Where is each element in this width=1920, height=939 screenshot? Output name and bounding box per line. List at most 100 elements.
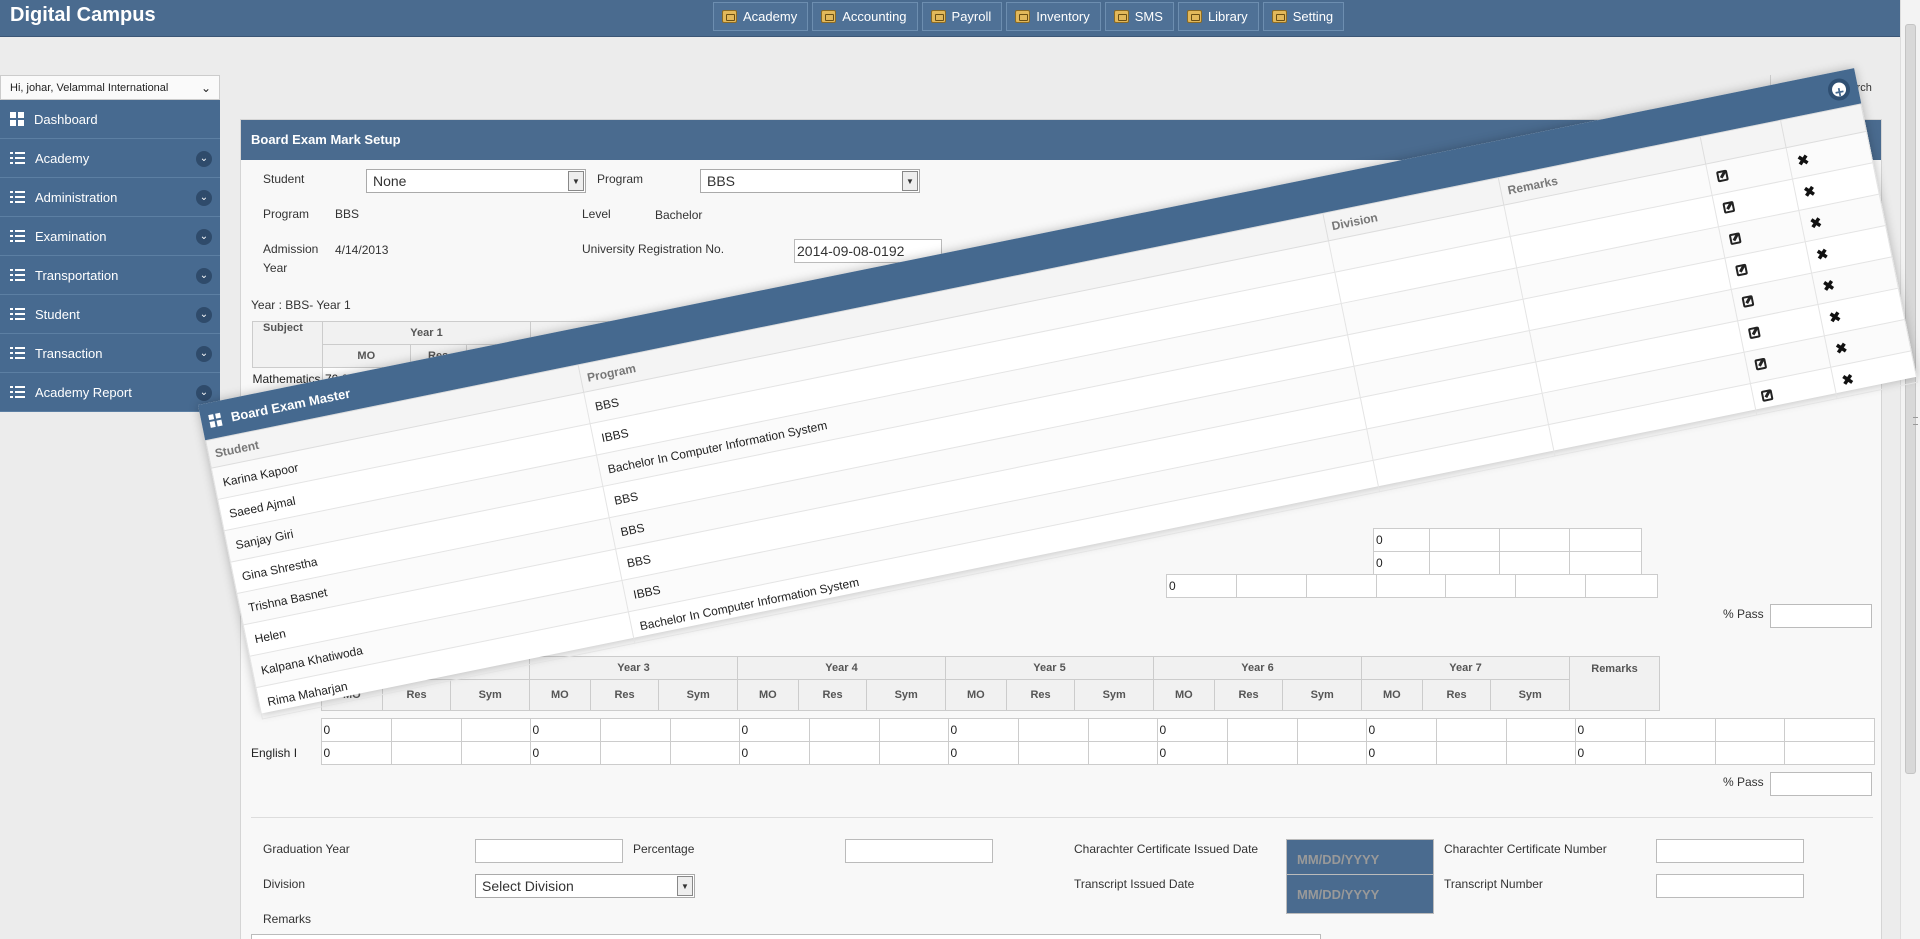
module-library[interactable]: Library xyxy=(1177,2,1259,31)
sidebar-item-academy[interactable]: Academy ⌄ xyxy=(0,139,220,178)
mark-input[interactable]: 0 xyxy=(529,741,601,765)
mark-input[interactable]: 0 xyxy=(1365,741,1437,765)
mark-input[interactable] xyxy=(878,741,949,765)
mark-input[interactable] xyxy=(669,718,740,742)
module-inventory[interactable]: Inventory xyxy=(1006,2,1101,31)
mark-input[interactable]: 0 xyxy=(320,741,392,765)
mark-input[interactable] xyxy=(1087,741,1158,765)
edit-icon[interactable] xyxy=(1715,169,1729,183)
edit-icon[interactable] xyxy=(1741,294,1755,308)
mark-input[interactable] xyxy=(1376,574,1446,598)
mark-input[interactable] xyxy=(1435,718,1507,742)
mark-input[interactable] xyxy=(460,718,531,742)
mark-input[interactable] xyxy=(1445,574,1516,598)
sidebar-item-dashboard[interactable]: Dashboard xyxy=(0,100,220,139)
mark-input[interactable] xyxy=(1644,741,1716,765)
remarks-textarea[interactable] xyxy=(251,934,1321,939)
mark-input[interactable] xyxy=(1429,551,1500,575)
remarks-input[interactable] xyxy=(1783,718,1875,742)
mark-input[interactable] xyxy=(1429,528,1500,552)
mark-input[interactable] xyxy=(1499,551,1570,575)
mark-input[interactable] xyxy=(1505,718,1576,742)
user-menu[interactable]: Hi, johar, Velammal International ⌄ xyxy=(0,75,220,100)
delete-icon[interactable]: ✖ xyxy=(1834,339,1849,357)
edit-icon[interactable] xyxy=(1753,357,1767,371)
mark-input[interactable] xyxy=(1505,741,1576,765)
chevron-down-icon[interactable]: ⌄ xyxy=(196,385,212,401)
delete-icon[interactable]: ✖ xyxy=(1808,214,1823,232)
edit-icon[interactable] xyxy=(1734,263,1748,277)
delete-icon[interactable]: ✖ xyxy=(1821,277,1836,295)
mark-input[interactable] xyxy=(1714,718,1785,742)
division-select[interactable]: Select Division ▼ xyxy=(475,874,695,898)
mark-input[interactable] xyxy=(669,741,740,765)
edit-icon[interactable] xyxy=(1721,200,1735,214)
mark-input[interactable] xyxy=(1226,741,1298,765)
mark-input[interactable] xyxy=(1017,718,1089,742)
pass-input[interactable] xyxy=(1770,604,1872,628)
mark-input[interactable]: 0 xyxy=(1166,574,1237,598)
sidebar-item-transportation[interactable]: Transportation ⌄ xyxy=(0,256,220,295)
graduation-year-input[interactable] xyxy=(475,839,623,863)
character-certificate-date-input[interactable]: MM/DD/YYYY xyxy=(1286,839,1434,879)
mark-input[interactable]: 0 xyxy=(1574,718,1646,742)
mark-input[interactable] xyxy=(390,741,462,765)
delete-icon[interactable]: ✖ xyxy=(1828,308,1843,326)
mark-input[interactable] xyxy=(878,718,949,742)
mark-input[interactable] xyxy=(808,741,880,765)
mark-input[interactable]: 0 xyxy=(529,718,601,742)
mark-input[interactable] xyxy=(1515,574,1586,598)
edit-icon[interactable] xyxy=(1760,388,1774,402)
pass-input[interactable] xyxy=(1770,772,1872,796)
mark-input[interactable]: 0 xyxy=(738,718,810,742)
remarks-input[interactable] xyxy=(1585,574,1658,598)
chevron-down-icon[interactable]: ⌄ xyxy=(196,268,212,284)
mark-input[interactable] xyxy=(808,718,880,742)
add-icon[interactable]: + xyxy=(1826,76,1853,103)
module-setting[interactable]: Setting xyxy=(1262,2,1345,31)
chevron-down-icon[interactable]: ⌄ xyxy=(196,346,212,362)
transcript-date-input[interactable]: MM/DD/YYYY xyxy=(1286,874,1434,914)
mark-input[interactable] xyxy=(1435,741,1507,765)
character-certificate-number-input[interactable] xyxy=(1656,839,1804,863)
delete-icon[interactable]: ✖ xyxy=(1840,371,1855,389)
mark-input[interactable]: 0 xyxy=(1156,718,1228,742)
program-select[interactable]: BBS ▼ xyxy=(700,169,920,193)
mark-input[interactable] xyxy=(599,741,671,765)
mark-input[interactable]: 0 xyxy=(947,741,1019,765)
mark-input[interactable] xyxy=(1236,574,1307,598)
mark-input[interactable] xyxy=(1017,741,1089,765)
remarks-input[interactable] xyxy=(1783,741,1875,765)
module-payroll[interactable]: Payroll xyxy=(921,2,1003,31)
remarks-input[interactable] xyxy=(1569,528,1642,552)
mark-input[interactable]: 0 xyxy=(738,741,810,765)
delete-icon[interactable]: ✖ xyxy=(1815,245,1830,263)
chevron-down-icon[interactable]: ⌄ xyxy=(196,307,212,323)
sidebar-item-examination[interactable]: Examination ⌄ xyxy=(0,217,220,256)
mark-input[interactable]: 0 xyxy=(947,718,1019,742)
mark-input[interactable]: 0 xyxy=(320,718,392,742)
mark-input[interactable] xyxy=(1087,718,1158,742)
app-title[interactable]: Digital Campus xyxy=(10,4,156,27)
mark-input[interactable] xyxy=(460,741,531,765)
student-select[interactable]: None ▼ xyxy=(366,169,586,193)
mark-input[interactable] xyxy=(1296,741,1367,765)
module-academy[interactable]: Academy xyxy=(713,2,809,31)
mark-input[interactable]: 0 xyxy=(1574,741,1646,765)
page-scrollbar[interactable] xyxy=(1900,0,1920,939)
mark-input[interactable] xyxy=(1226,718,1298,742)
edit-icon[interactable] xyxy=(1747,325,1761,339)
sidebar-item-administration[interactable]: Administration ⌄ xyxy=(0,178,220,217)
sidebar-item-academy-report[interactable]: Academy Report ⌄ xyxy=(0,373,220,412)
scrollbar-thumb[interactable] xyxy=(1905,24,1918,774)
mark-input[interactable] xyxy=(1499,528,1570,552)
module-sms[interactable]: SMS xyxy=(1104,2,1174,31)
mark-input[interactable] xyxy=(1714,741,1785,765)
mark-input[interactable]: 0 xyxy=(1365,718,1437,742)
sidebar-item-transaction[interactable]: Transaction ⌄ xyxy=(0,334,220,373)
mark-input[interactable]: 0 xyxy=(1156,741,1228,765)
mark-input[interactable]: 0 xyxy=(1373,551,1430,575)
mark-input[interactable]: 0 xyxy=(1373,528,1430,552)
chevron-down-icon[interactable]: ⌄ xyxy=(196,190,212,206)
remarks-input[interactable] xyxy=(1569,551,1642,575)
